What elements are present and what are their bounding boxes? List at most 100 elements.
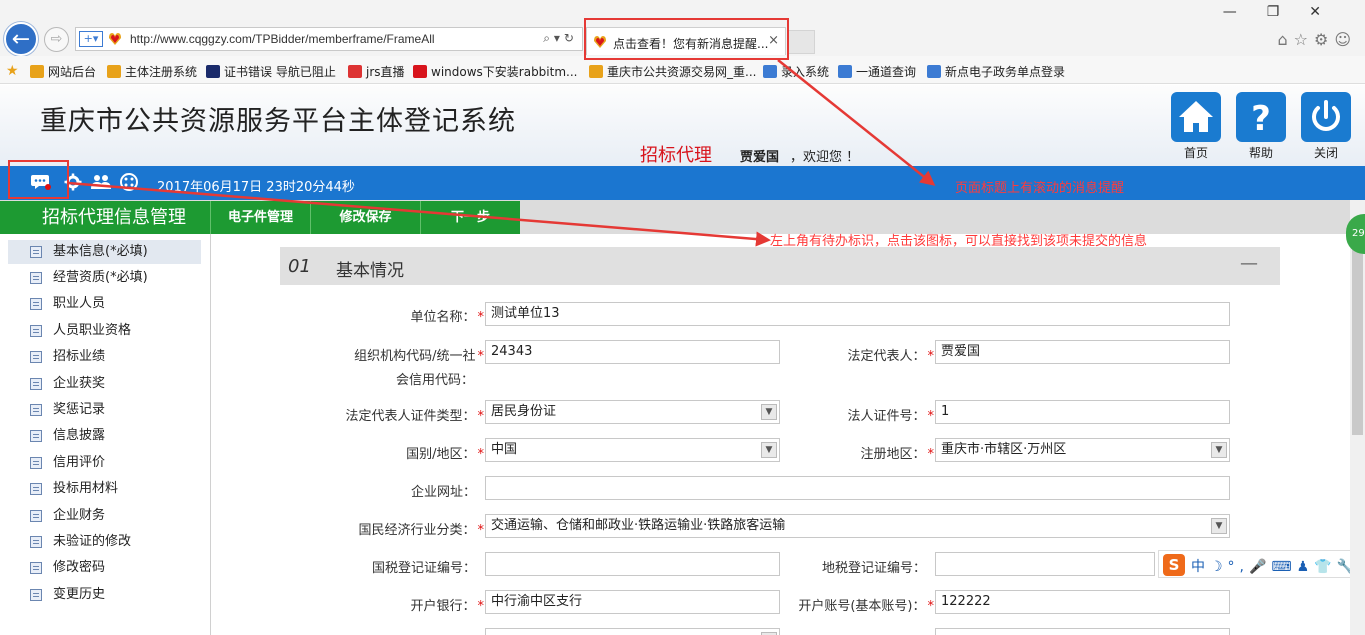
unit-name-label: 单位名称： * [410, 310, 484, 325]
close-label: 关闭 [1313, 146, 1338, 160]
sidebar-item-basic-info[interactable]: 基本信息(*必填) [8, 240, 201, 264]
national-tax-input[interactable] [485, 552, 780, 576]
browser-tools-icons[interactable]: ⌂☆⚙☺ [1277, 30, 1357, 49]
sidebar-item-credit[interactable]: 信用评价 [8, 451, 201, 475]
fav-item[interactable]: 重庆市公共资源交易网_重... [589, 63, 756, 80]
fav-item[interactable]: 新点电子政务单点登录 [927, 63, 1065, 80]
sogou-logo-icon[interactable]: S [1163, 554, 1185, 576]
account-input[interactable]: 122222 [935, 590, 1230, 614]
list-icon [30, 351, 42, 363]
sidebar-item-staff[interactable]: 职业人员 [8, 292, 201, 316]
bank-input[interactable]: 中行渝中区支行 [485, 590, 780, 614]
favorites-bar: ★ 网站后台 主体注册系统 证书错误 导航已阻止 jrs直播 windows下安… [0, 56, 1365, 84]
save-button[interactable]: 修改保存 [310, 201, 420, 234]
list-icon [30, 246, 42, 258]
sidebar-item-rewards[interactable]: 奖惩记录 [8, 398, 201, 422]
unit-name-input[interactable]: 测试单位13 [485, 302, 1230, 326]
local-tax-input[interactable] [935, 552, 1155, 576]
window-controls[interactable]: —❐✕ [1223, 4, 1351, 20]
annotation-scroll-message: 页面标题上有滚动的消息提醒 [955, 181, 1125, 196]
account-label: 开户账号(基本账号)： * [798, 599, 934, 614]
fav-item[interactable]: 证书错误 导航已阻止 [206, 63, 336, 80]
industry-label: 国民经济行业分类： * [358, 523, 484, 538]
legal-rep-input[interactable]: 贾爱国 [935, 340, 1230, 364]
partial-input[interactable] [935, 628, 1230, 635]
list-icon [30, 378, 42, 390]
bank-label: 开户银行： * [410, 599, 484, 614]
address-tools[interactable]: ⌕▾↻ [543, 31, 578, 46]
fav-item[interactable]: jrs直播 [348, 63, 405, 80]
collapse-icon[interactable]: — [1240, 253, 1258, 274]
sidebar-item-staff-qualification[interactable]: 人员职业资格 [8, 319, 201, 343]
org-code-input[interactable]: 24343 [485, 340, 780, 364]
sidebar-item-password[interactable]: 修改密码 [8, 556, 201, 580]
back-button[interactable]: ← [4, 22, 38, 56]
reg-area-label: 注册地区： * [860, 447, 934, 462]
ime-tools-icons[interactable]: 中☽°,🎤⌨♟👕🔧 [1191, 556, 1359, 576]
new-tab-button[interactable] [787, 30, 815, 54]
chevron-down-icon[interactable]: ▼ [1211, 442, 1227, 458]
reg-area-select[interactable]: 重庆市·市辖区·万州区 ▼ [935, 438, 1230, 462]
close-button[interactable] [1301, 92, 1351, 142]
address-bar[interactable]: +▾ http://www.cqggzy.com/TPBidder/member… [75, 27, 583, 51]
sidebar-item-history[interactable]: 变更历史 [8, 583, 201, 607]
help-button[interactable]: ? [1236, 92, 1286, 142]
sidebar-item-qualification[interactable]: 经营资质(*必填) [8, 266, 201, 290]
website-input[interactable] [485, 476, 1230, 500]
fav-item[interactable]: windows下安装rabbitm... [413, 63, 577, 80]
url-text[interactable]: http://www.cqggzy.com/TPBidder/memberfra… [130, 32, 435, 46]
sidebar-item-awards[interactable]: 企业获奖 [8, 372, 201, 396]
list-icon [30, 510, 42, 522]
sidebar-item-bid-material[interactable]: 投标用材料 [8, 477, 201, 501]
partial-select[interactable]: ▼ [485, 628, 780, 635]
home-icon [1179, 101, 1213, 132]
sidebar-item-disclosure[interactable]: 信息披露 [8, 424, 201, 448]
list-icon [30, 430, 42, 442]
annotation-box-tab [584, 18, 789, 60]
next-step-button[interactable]: 下一步 [420, 201, 520, 234]
ime-toolbar[interactable]: S 中☽°,🎤⌨♟👕🔧 [1158, 550, 1365, 578]
list-icon [30, 536, 42, 548]
id-no-input[interactable]: 1 [935, 400, 1230, 424]
attachment-manage-button[interactable]: 电子件管理 [210, 201, 310, 234]
greeting-text: ，欢迎您 ！ [790, 150, 860, 165]
chevron-down-icon[interactable]: ▼ [761, 404, 777, 420]
fav-item[interactable]: 一通道查询 [838, 63, 916, 80]
users-icon[interactable] [91, 173, 111, 195]
user-role: 招标代理 [640, 145, 712, 166]
org-code-label: 组织机构代码/统一社 * [354, 349, 484, 364]
fav-item[interactable]: 录入系统 [763, 63, 829, 80]
svg-text:?: ? [1251, 99, 1271, 139]
favorites-star-icon[interactable]: ★ [6, 63, 19, 79]
sidebar: 基本信息(*必填) 经营资质(*必填) 职业人员 人员职业资格 招标业绩 企业获… [0, 234, 211, 635]
annotation-box-todo [8, 160, 69, 199]
home-button[interactable] [1171, 92, 1221, 142]
power-icon [1312, 100, 1340, 131]
industry-select[interactable]: 交通运输、仓储和邮政业·铁路运输业·铁路旅客运输 ▼ [485, 514, 1230, 538]
fav-item[interactable]: 网站后台 [30, 63, 96, 80]
id-type-select[interactable]: 居民身份证 ▼ [485, 400, 780, 424]
scroll-thumb[interactable] [1352, 230, 1363, 435]
chevron-down-icon[interactable]: ▼ [1211, 518, 1227, 534]
sidebar-item-finance[interactable]: 企业财务 [8, 504, 201, 528]
country-select[interactable]: 中国 ▼ [485, 438, 780, 462]
fav-item[interactable]: 主体注册系统 [107, 63, 197, 80]
page-scrollbar[interactable] [1350, 200, 1365, 635]
org-code-label-2: 会信用代码： [395, 373, 474, 388]
home-label: 首页 [1183, 146, 1208, 160]
sidebar-item-performance[interactable]: 招标业绩 [8, 345, 201, 369]
compat-view-icon[interactable]: +▾ [79, 31, 103, 47]
chevron-down-icon[interactable]: ▼ [761, 442, 777, 458]
palette-icon[interactable] [120, 173, 138, 195]
help-label: 帮助 [1248, 146, 1273, 160]
list-icon [30, 298, 42, 310]
sidebar-item-unverified[interactable]: 未验证的修改 [8, 530, 201, 554]
site-header: 重庆市公共资源服务平台主体登记系统 招标代理 贾爱国 ，欢迎您 ！ 首页 ? 帮… [0, 85, 1365, 166]
floating-badge[interactable]: 29 [1346, 214, 1365, 254]
forward-button[interactable]: ⇨ [44, 27, 69, 52]
website-label: 企业网址： [410, 485, 476, 500]
user-name: 贾爱国 [740, 150, 780, 165]
panel-header: 01 基本情况 — [280, 247, 1280, 285]
local-tax-label: 地税登记证编号： [821, 561, 926, 576]
current-time: 2017年06月17日 23时20分44秒 [157, 180, 355, 195]
